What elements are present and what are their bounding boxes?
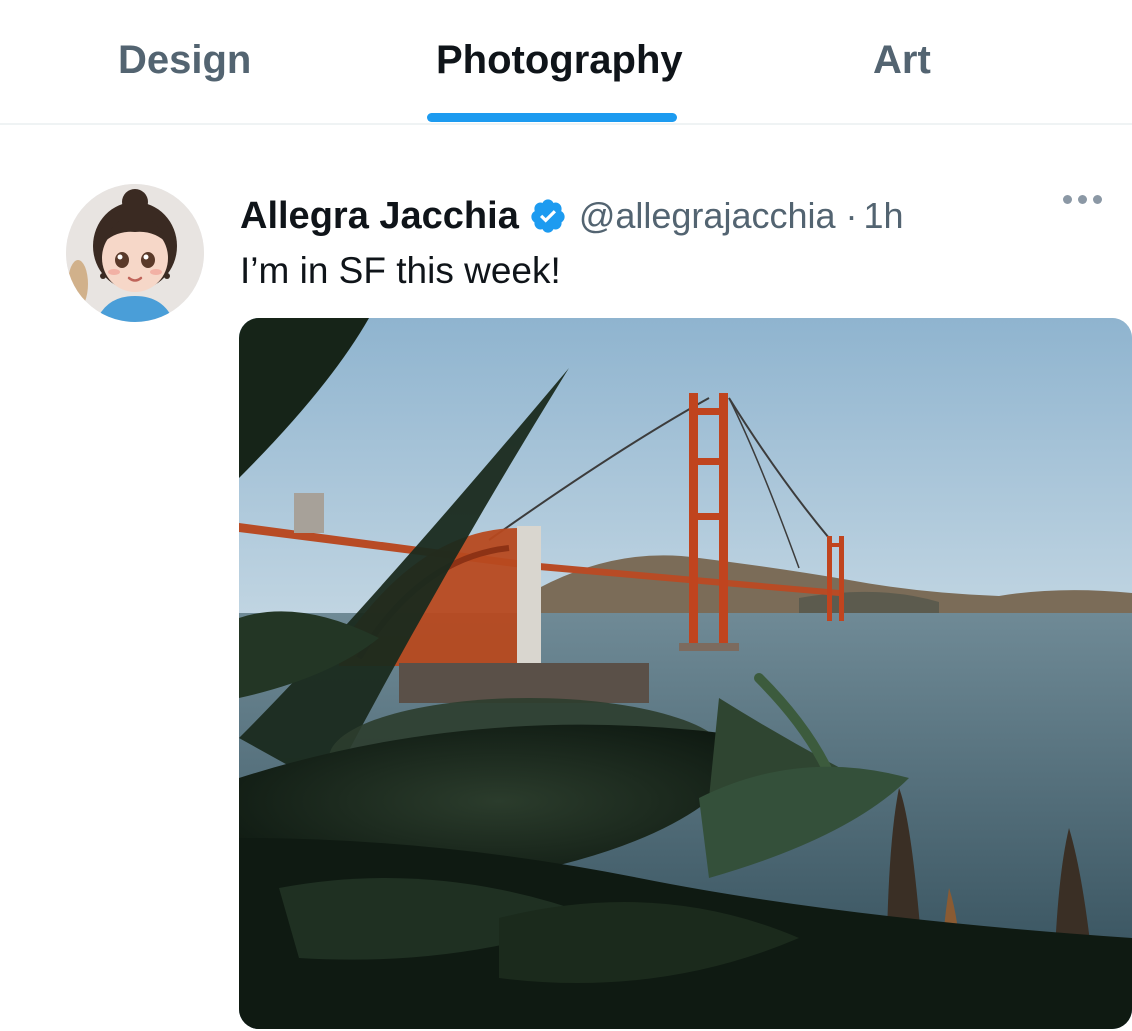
verified-badge-icon [529, 197, 567, 235]
tab-design[interactable]: Design [118, 38, 251, 83]
display-name[interactable]: Allegra Jacchia [240, 195, 519, 238]
dot [1078, 195, 1087, 204]
tab-photography[interactable]: Photography [436, 38, 683, 83]
dot [1093, 195, 1102, 204]
tweet-media-photo[interactable] [239, 318, 1132, 1029]
tab-bar: Design Photography Art [0, 0, 1132, 125]
active-tab-indicator [427, 113, 677, 122]
golden-gate-bridge-photo [239, 318, 1132, 1029]
dot [1063, 195, 1072, 204]
tab-art[interactable]: Art [873, 38, 931, 83]
user-handle[interactable]: @allegrajacchia [579, 195, 836, 237]
tweet-header: Allegra Jacchia @allegrajacchia · 1h [240, 192, 904, 240]
cartoon-avatar-icon [66, 184, 204, 322]
avatar[interactable] [66, 184, 204, 322]
tweet-text: I’m in SF this week! [240, 250, 561, 291]
separator-dot: · [845, 195, 858, 236]
more-horizontal-icon[interactable] [1063, 195, 1102, 204]
tweet-timestamp[interactable]: 1h [864, 195, 904, 237]
